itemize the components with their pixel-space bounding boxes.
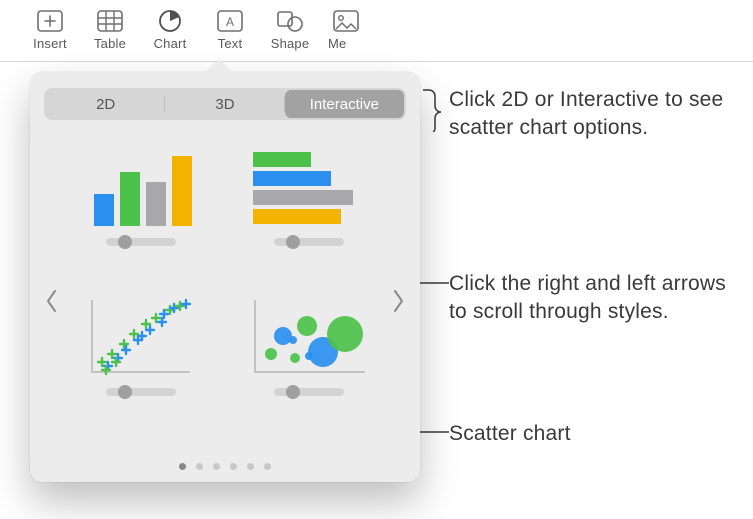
page-dot[interactable]	[196, 463, 203, 470]
column-chart-thumb	[81, 144, 201, 226]
page-dot[interactable]	[179, 463, 186, 470]
style-slider[interactable]	[106, 388, 176, 396]
tab-2d-label: 2D	[96, 96, 115, 113]
table-icon	[94, 8, 126, 34]
plus-square-icon	[34, 8, 66, 34]
chart-option-bubble[interactable]	[242, 294, 376, 420]
page-dot[interactable]	[247, 463, 254, 470]
tab-interactive[interactable]: Interactive	[285, 90, 404, 118]
shape-icon	[274, 8, 306, 34]
toolbar-label-table: Table	[94, 36, 126, 51]
bubble-chart-thumb	[249, 294, 369, 376]
callout-tabs: Click 2D or Interactive to see scatter c…	[449, 86, 739, 143]
style-slider[interactable]	[274, 388, 344, 396]
text-box-icon: A	[214, 8, 246, 34]
toolbar-label-text: Text	[218, 36, 243, 51]
toolbar-text[interactable]: A Text	[208, 8, 252, 51]
pie-chart-icon	[154, 8, 186, 34]
callout-scatter-text: Scatter chart	[449, 422, 571, 445]
chart-option-bar[interactable]	[242, 144, 376, 270]
toolbar-label-insert: Insert	[33, 36, 67, 51]
callout-arrows-text: Click the right and left arrows to scrol…	[449, 270, 729, 327]
callout-tabs-text: Click 2D or Interactive to see scatter c…	[449, 86, 739, 143]
toolbar-chart[interactable]: Chart	[148, 8, 192, 51]
svg-text:A: A	[226, 15, 234, 29]
tab-interactive-label: Interactive	[310, 96, 379, 113]
toolbar-label-shape: Shape	[271, 36, 310, 51]
scatter-chart-thumb	[81, 294, 201, 376]
toolbar-label-chart: Chart	[154, 36, 187, 51]
chart-option-grid	[44, 120, 406, 430]
page-dot[interactable]	[213, 463, 220, 470]
toolbar-shape[interactable]: Shape	[268, 8, 312, 51]
tab-3d-label: 3D	[215, 96, 234, 113]
toolbar-table[interactable]: Table	[88, 8, 132, 51]
style-slider[interactable]	[274, 238, 344, 246]
chart-option-scatter[interactable]	[74, 294, 208, 420]
toolbar-label-media: Me	[328, 36, 346, 51]
page-dot[interactable]	[264, 463, 271, 470]
tab-2d[interactable]: 2D	[46, 90, 165, 118]
callout-scatter: Scatter chart	[449, 420, 571, 448]
chart-popover: 2D 3D Interactive	[30, 72, 420, 482]
image-icon	[330, 8, 362, 34]
page-dots	[30, 463, 420, 470]
chart-type-segmented: 2D 3D Interactive	[44, 88, 406, 120]
bar-chart-thumb	[249, 144, 369, 226]
chart-option-column[interactable]	[74, 144, 208, 270]
style-slider[interactable]	[106, 238, 176, 246]
bracket-icon	[421, 88, 443, 132]
toolbar-media[interactable]: Me	[328, 8, 372, 51]
toolbar: Insert Table Chart A Text Shape Me	[0, 0, 753, 62]
page-dot[interactable]	[230, 463, 237, 470]
tab-3d[interactable]: 3D	[165, 90, 284, 118]
callout-arrows: Click the right and left arrows to scrol…	[449, 270, 729, 327]
toolbar-insert[interactable]: Insert	[28, 8, 72, 51]
